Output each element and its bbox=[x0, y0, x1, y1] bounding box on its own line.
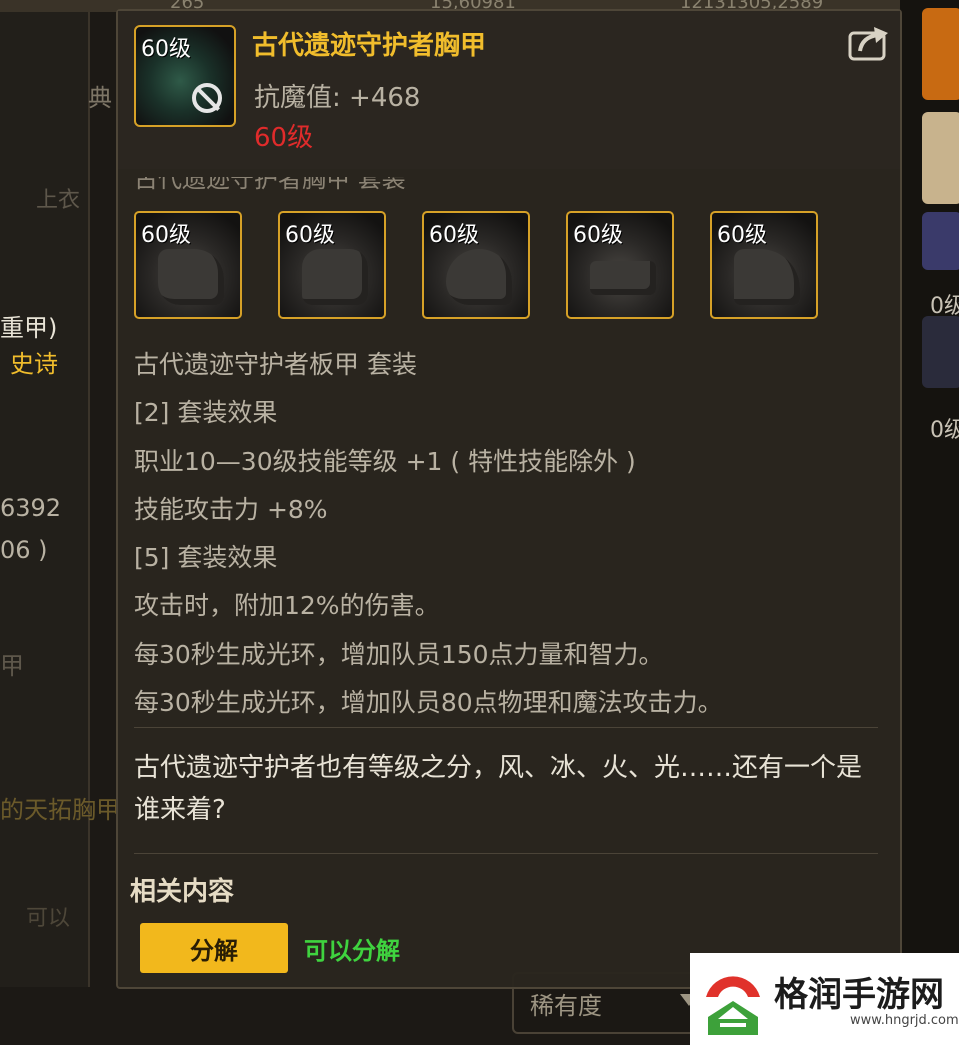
bg-fragment: 上衣 bbox=[36, 188, 81, 213]
background-left-panel: 典 上衣 重甲) 史诗 6392 06 ) 甲 的天拓胸甲 可以 bbox=[0, 12, 120, 987]
equipment-thumbnail[interactable] bbox=[922, 212, 959, 270]
level-badge: 60级 bbox=[285, 223, 335, 248]
bg-fragment: 重甲) bbox=[0, 314, 58, 342]
set-pieces-row: 60级 60级 60级 60级 60级 bbox=[134, 211, 834, 325]
bg-fragment: 可以 bbox=[26, 906, 71, 931]
untradeable-icon bbox=[192, 83, 222, 113]
level-badge: 60级 bbox=[717, 223, 767, 248]
equipment-thumbnail[interactable] bbox=[922, 316, 959, 388]
boots-icon[interactable]: 60级 bbox=[710, 211, 818, 319]
leg-armor-icon[interactable]: 60级 bbox=[422, 211, 530, 319]
rarity-dropdown-label: 稀有度 bbox=[530, 992, 602, 1020]
site-watermark: 格润手游网 www.hngrjd.com bbox=[690, 953, 959, 1045]
set-bonus-line: 技能攻击力 +8% bbox=[134, 494, 328, 524]
level-badge: 60级 bbox=[141, 37, 191, 62]
flavor-text: 古代遗迹守护者也有等级之分，风、冰、火、光……还有一个是谁来着? bbox=[134, 753, 863, 825]
belt-icon[interactable]: 60级 bbox=[566, 211, 674, 319]
decompose-button[interactable]: 分解 bbox=[140, 923, 288, 973]
share-icon[interactable] bbox=[848, 25, 890, 61]
site-logo-icon bbox=[706, 976, 760, 1035]
set-bonus-header: [5] 套装效果 bbox=[134, 543, 278, 573]
set-name: 古代遗迹守护者板甲 套装 bbox=[134, 350, 417, 379]
item-name: 古代遗迹守护者胸甲 bbox=[252, 31, 487, 61]
set-bonus-line: 职业10—30级技能等级 +1 ( 特性技能除外 ) bbox=[134, 446, 636, 476]
beige-tab[interactable] bbox=[922, 112, 959, 204]
bg-fragment: 典 bbox=[88, 84, 112, 112]
decompose-status: 可以分解 bbox=[304, 937, 400, 965]
item-tooltip: 60级 古代遗迹守护者胸甲 抗魔值: +468 60级 古代遗迹守护者胸甲 套装… bbox=[116, 9, 902, 989]
bg-fragment: 06 ) bbox=[0, 536, 48, 564]
tooltip-header: 60级 古代遗迹守护者胸甲 抗魔值: +468 60级 bbox=[118, 11, 900, 169]
magic-resist-stat: 抗魔值: +468 bbox=[254, 77, 420, 114]
related-content-title: 相关内容 bbox=[130, 877, 235, 907]
level-badge: 60级 bbox=[573, 223, 623, 248]
divider bbox=[134, 727, 878, 728]
site-url: www.hngrjd.com bbox=[850, 1013, 959, 1028]
level-badge: 60级 bbox=[141, 223, 191, 248]
background-right-column: 0级 0级 bbox=[900, 0, 959, 1045]
set-bonus-header: [2] 套装效果 bbox=[134, 398, 278, 428]
set-title-clipped: 古代遗迹守护者胸甲 套装 bbox=[134, 177, 406, 191]
bg-fragment: 6392 bbox=[0, 494, 62, 522]
required-level: 60级 bbox=[254, 123, 314, 153]
stat-value: +468 bbox=[349, 83, 421, 113]
bg-fragment: 史诗 bbox=[10, 350, 58, 378]
divider bbox=[134, 853, 878, 854]
site-name: 格润手游网 bbox=[774, 975, 944, 1015]
stat-label: 抗魔值: bbox=[254, 83, 341, 113]
shoulder-armor-icon[interactable]: 60级 bbox=[134, 211, 242, 319]
set-bonus-line: 每30秒生成光环，增加队员150点力量和智力。 bbox=[134, 639, 664, 669]
set-bonus-line: 攻击时，附加12%的伤害。 bbox=[134, 591, 440, 621]
bg-fragment: 的天拓胸甲 bbox=[0, 796, 120, 824]
bg-fragment: 甲 bbox=[0, 652, 24, 680]
orange-tab[interactable] bbox=[922, 8, 959, 100]
set-effects: 古代遗迹守护者板甲 套装 [2] 套装效果 职业10—30级技能等级 +1 ( … bbox=[134, 341, 894, 727]
chest-armor-icon[interactable]: 60级 bbox=[278, 211, 386, 319]
level-badge: 60级 bbox=[429, 223, 479, 248]
bg-fragment: 0级 bbox=[930, 418, 959, 443]
set-bonus-line: 每30秒生成光环，增加队员80点物理和魔法攻击力。 bbox=[134, 688, 723, 718]
chest-armor-icon: 60级 bbox=[134, 25, 236, 127]
